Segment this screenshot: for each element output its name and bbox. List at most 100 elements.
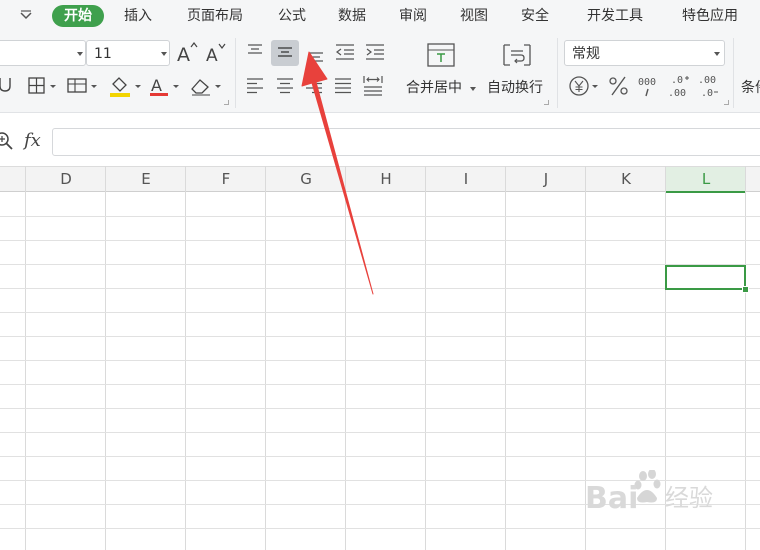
grid-line <box>0 504 760 505</box>
currency-yen-icon[interactable] <box>568 74 602 98</box>
grid-line <box>0 360 760 361</box>
formula-input[interactable] <box>52 128 760 156</box>
column-header-h[interactable]: H <box>346 167 426 192</box>
tab-developer-tools[interactable]: 开发工具 <box>580 5 650 27</box>
tab-insert[interactable]: 插入 <box>118 5 158 27</box>
cell-style-icon[interactable] <box>66 76 100 96</box>
borders-icon[interactable] <box>28 76 58 96</box>
svg-text:A: A <box>206 46 218 65</box>
grid-line <box>0 384 760 385</box>
grid-line <box>0 312 760 313</box>
align-bottom-icon[interactable] <box>306 44 326 64</box>
merge-center-icon[interactable] <box>426 42 456 68</box>
fill-color-icon[interactable] <box>108 74 144 98</box>
svg-text:A: A <box>151 76 162 95</box>
tab-view[interactable]: 视图 <box>454 5 494 27</box>
grid-line <box>585 166 586 550</box>
tab-page-layout[interactable]: 页面布局 <box>180 5 250 27</box>
formula-bar: fx <box>0 122 760 160</box>
merge-center-label[interactable]: 合并居中 <box>406 80 462 96</box>
collapse-chevron-icon[interactable] <box>18 8 34 24</box>
tab-security[interactable]: 安全 <box>515 5 555 27</box>
menu-bar: 开始 插入 页面布局 公式 数据 审阅 视图 安全 开发工具 特色应用 <box>0 0 760 32</box>
font-size-value: 11 <box>94 46 112 62</box>
decrease-font-size-icon[interactable]: A <box>205 41 229 65</box>
svg-text:.00: .00 <box>668 88 686 99</box>
group-divider <box>733 38 734 108</box>
chevron-down-icon <box>161 52 167 56</box>
grid-line <box>25 166 26 550</box>
justify-icon[interactable] <box>333 76 353 96</box>
chevron-down-icon[interactable] <box>470 87 476 91</box>
number-group-launcher-icon[interactable] <box>724 100 729 105</box>
align-center-icon[interactable] <box>275 76 295 96</box>
font-color-icon[interactable]: A <box>148 74 182 98</box>
tab-review[interactable]: 审阅 <box>393 5 433 27</box>
column-header-l[interactable]: L <box>666 167 746 193</box>
grid-line <box>0 264 760 265</box>
chevron-down-icon <box>714 52 720 56</box>
column-header-j[interactable]: J <box>506 167 586 192</box>
zoom-search-icon[interactable] <box>0 131 16 153</box>
grid-line <box>0 480 760 481</box>
grid-line <box>665 166 666 550</box>
conditional-format-label[interactable]: 条件 <box>741 80 760 96</box>
grid-line <box>265 166 266 550</box>
column-header-k[interactable]: K <box>586 167 666 192</box>
svg-text:A: A <box>177 44 190 65</box>
insert-function-fx-button[interactable]: fx <box>24 130 41 151</box>
align-right-icon[interactable] <box>304 76 324 96</box>
group-divider <box>557 38 558 108</box>
align-left-icon[interactable] <box>245 76 265 96</box>
svg-text:.00: .00 <box>698 75 716 86</box>
grid-line <box>505 166 506 550</box>
svg-text:000: 000 <box>638 77 656 88</box>
svg-text:经验: 经验 <box>665 484 713 512</box>
increase-decimal-icon[interactable]: .0.00 <box>667 72 693 100</box>
grid-line <box>0 240 760 241</box>
distributed-align-icon[interactable] <box>362 74 384 96</box>
wrap-text-icon[interactable] <box>501 42 533 68</box>
percent-icon[interactable] <box>607 74 631 98</box>
decrease-indent-icon[interactable] <box>334 42 356 62</box>
tab-data[interactable]: 数据 <box>332 5 372 27</box>
tab-start[interactable]: 开始 <box>52 5 104 27</box>
clear-format-eraser-icon[interactable] <box>188 74 224 98</box>
font-name-select[interactable] <box>0 40 86 66</box>
tab-special-apps[interactable]: 特色应用 <box>675 5 745 27</box>
column-header-e[interactable]: E <box>106 167 186 192</box>
grid-line <box>0 432 760 433</box>
underline-icon[interactable] <box>0 76 12 96</box>
align-top-icon[interactable] <box>245 42 265 62</box>
group-divider <box>235 38 236 108</box>
column-header-row: D E F G H I J K L <box>0 166 760 193</box>
ribbon: 11 A A A 合并居中 自动换行 常规 000 .0 .00 .00 .0 … <box>0 32 760 113</box>
font-size-select[interactable]: 11 <box>86 40 170 66</box>
selected-cell[interactable] <box>665 265 746 290</box>
grid-line <box>345 166 346 550</box>
grid-line <box>105 166 106 550</box>
grid-line <box>0 288 760 289</box>
grid-line <box>185 166 186 550</box>
increase-font-size-icon[interactable]: A <box>176 41 200 65</box>
wrap-text-label[interactable]: 自动换行 <box>487 80 543 96</box>
column-header-d[interactable]: D <box>26 167 106 192</box>
grid-line <box>0 216 760 217</box>
column-header-i[interactable]: I <box>426 167 506 192</box>
increase-indent-icon[interactable] <box>364 42 386 62</box>
font-group-launcher-icon[interactable] <box>224 100 229 105</box>
alignment-group-launcher-icon[interactable] <box>544 100 549 105</box>
svg-text:.0: .0 <box>671 75 683 86</box>
number-format-select[interactable]: 常规 <box>564 40 725 66</box>
thousands-separator-icon[interactable]: 000 <box>636 74 660 100</box>
decrease-decimal-icon[interactable]: .00.0 <box>697 72 723 100</box>
grid-line <box>0 528 760 529</box>
column-header-f[interactable]: F <box>186 167 266 192</box>
fill-handle[interactable] <box>742 286 749 293</box>
grid-line <box>0 408 760 409</box>
column-header-g[interactable]: G <box>266 167 346 192</box>
chevron-down-icon <box>77 52 83 56</box>
number-format-value: 常规 <box>572 46 600 62</box>
svg-text:Bai: Bai <box>585 481 638 516</box>
tab-formulas[interactable]: 公式 <box>272 5 312 27</box>
